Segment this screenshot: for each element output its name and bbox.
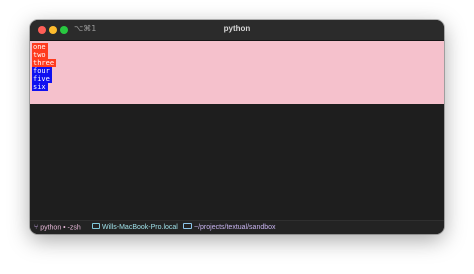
output-pane: one two three four five six [30, 41, 444, 104]
terminal-content[interactable]: one two three four five six [30, 41, 444, 220]
window-title: python [223, 24, 251, 33]
monitor-icon [92, 223, 100, 230]
status-process-label: python • -zsh [40, 224, 81, 232]
status-process[interactable]: ⑂ python • -zsh [34, 221, 81, 234]
status-host-label: Wills-MacBook-Pro.local [102, 224, 178, 231]
status-host[interactable]: Wills-MacBook-Pro.local [92, 221, 178, 234]
branch-icon: ⑂ [34, 224, 39, 231]
status-path[interactable]: ~/projects/textual/sandbox [183, 221, 276, 234]
status-bar: ⑂ python • -zsh Wills-MacBook-Pro.local ~… [30, 220, 444, 234]
output-line-two: two [32, 51, 48, 59]
folder-icon [183, 223, 192, 230]
output-line-six: six [32, 83, 48, 91]
output-line-three: three [32, 59, 57, 67]
output-line-four: four [32, 67, 52, 75]
output-line-five: five [32, 75, 52, 83]
title-bar: ⌥⌘1 python [30, 20, 444, 41]
output-line-one: one [32, 43, 48, 51]
terminal-window: ⌥⌘1 python one two three four five six ⑂… [30, 20, 444, 234]
status-path-label: ~/projects/textual/sandbox [194, 224, 276, 231]
